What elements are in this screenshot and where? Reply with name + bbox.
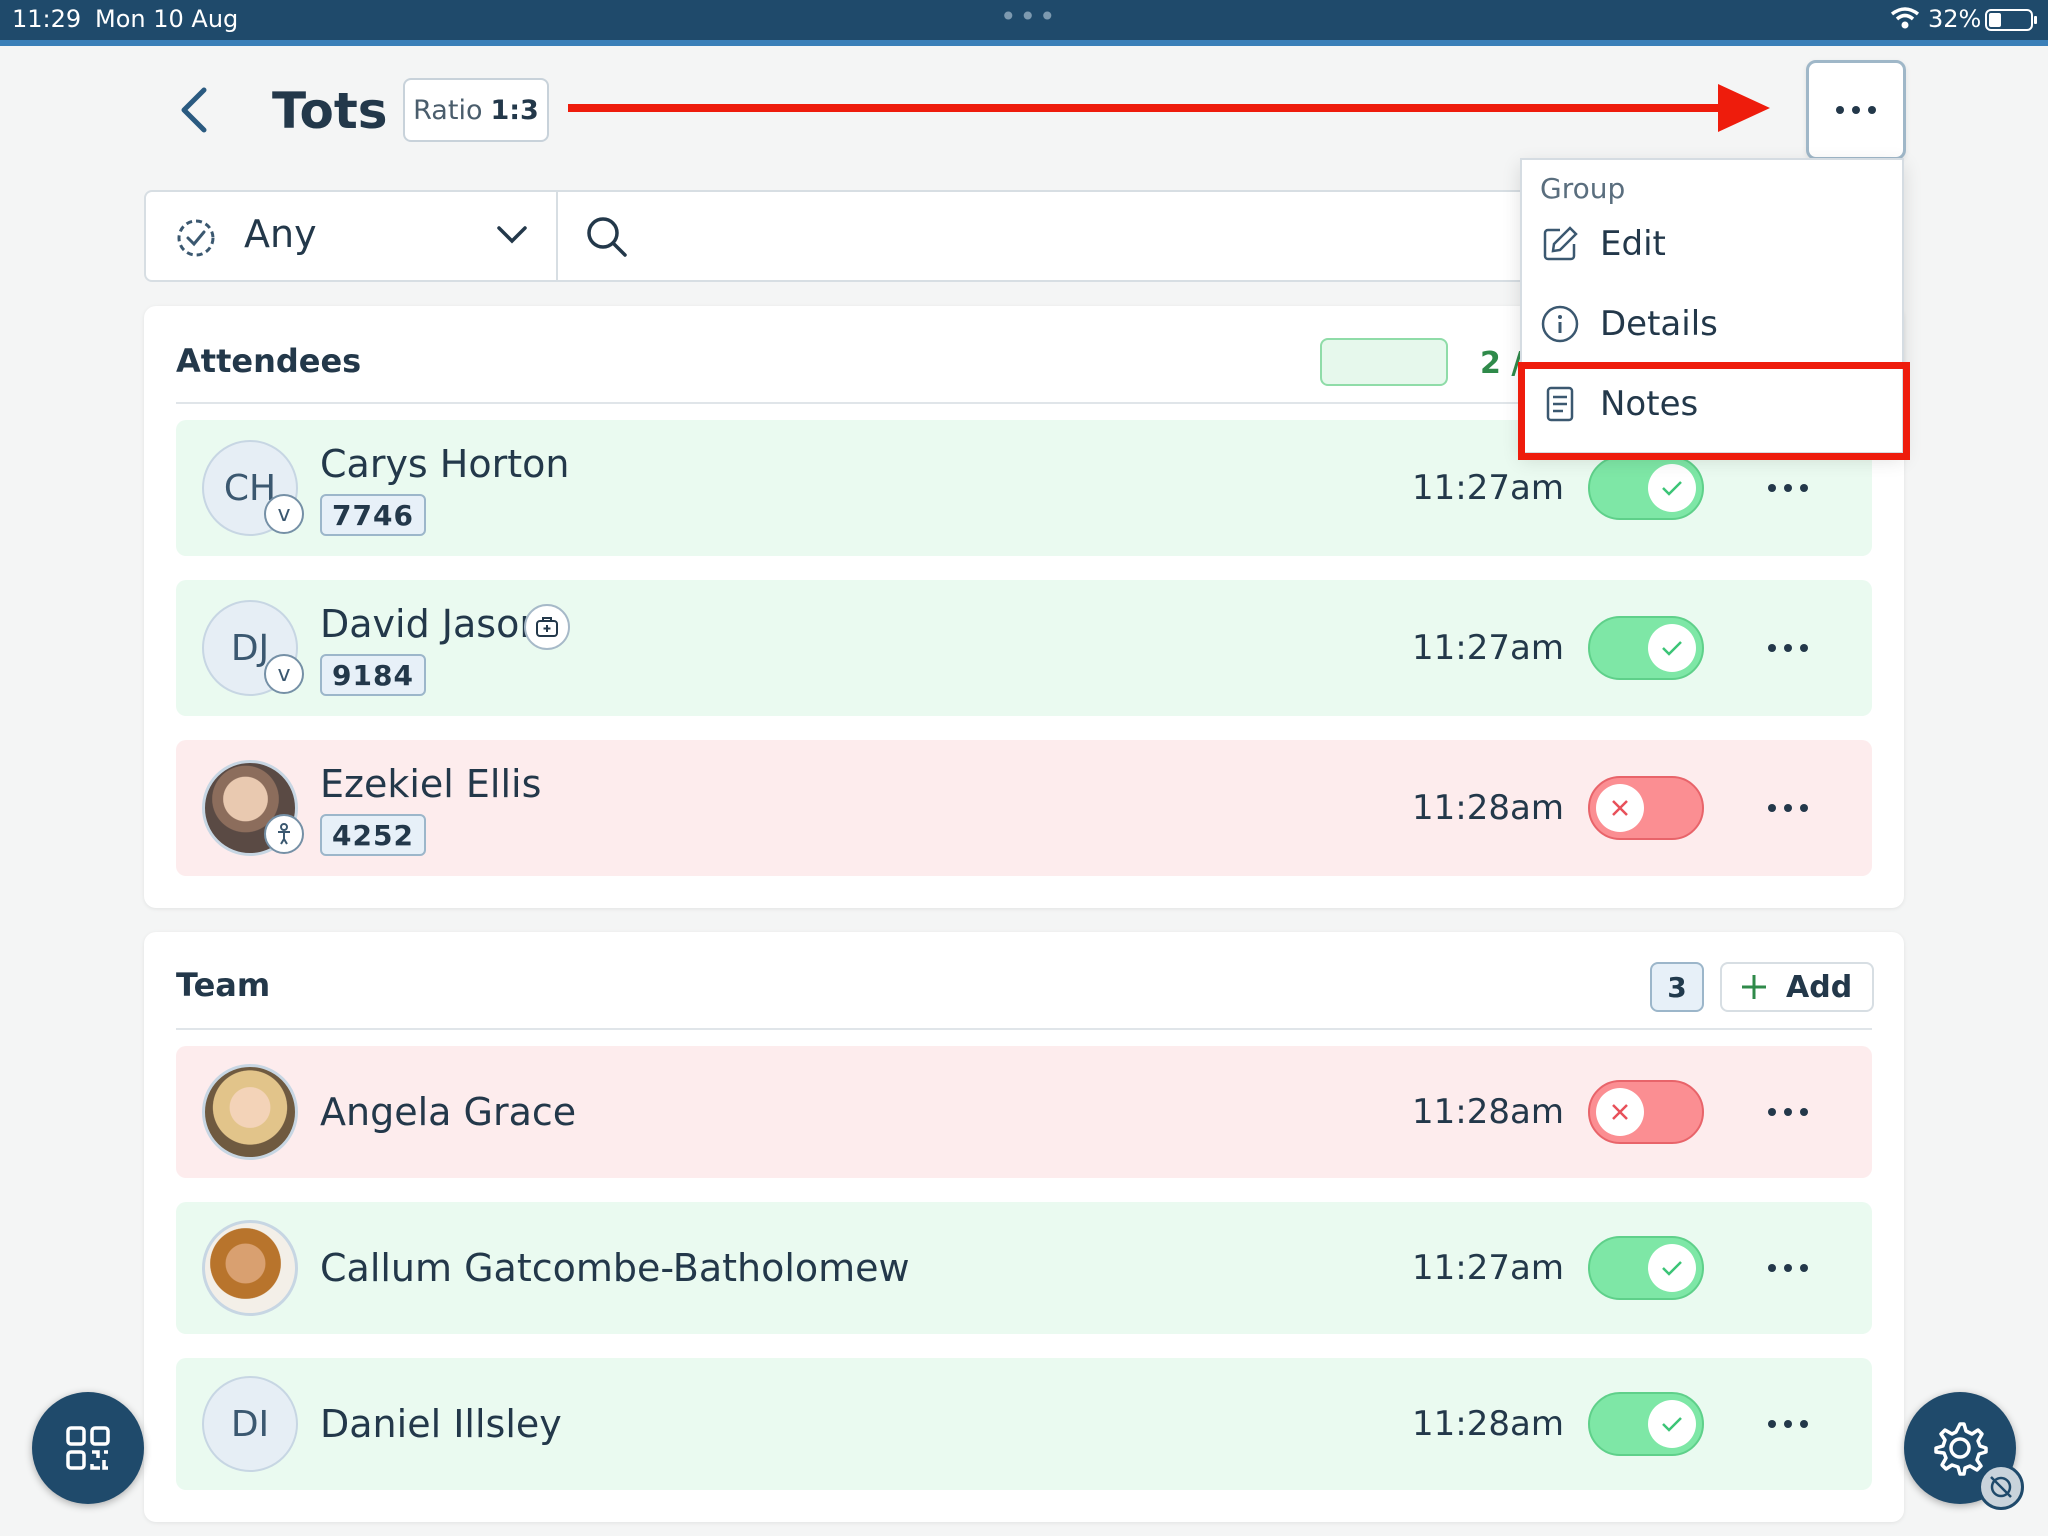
attendee-name: Carys Horton <box>320 442 570 486</box>
avatar-photo <box>202 1064 298 1160</box>
menu-item-details[interactable]: Details <box>1540 294 1718 354</box>
row-more-button[interactable] <box>1768 804 1808 812</box>
menu-item-edit[interactable]: Edit <box>1540 214 1666 274</box>
close-icon <box>1596 1088 1644 1136</box>
search-icon[interactable] <box>584 214 630 260</box>
team-panel: Team 3 Add Angela Grace 11:28am Callum G… <box>144 932 1904 1522</box>
row-more-button[interactable] <box>1768 1264 1808 1272</box>
team-member-name: Angela Grace <box>320 1090 577 1134</box>
team-member-name: Daniel Illsley <box>320 1402 562 1446</box>
menu-item-label: Edit <box>1600 224 1666 264</box>
battery-icon <box>1985 9 2037 31</box>
status-bar: 11:29 Mon 10 Aug ••• 32% <box>0 0 2048 40</box>
checkin-time: 11:27am <box>1412 468 1564 508</box>
battery-percent: 32% <box>1928 5 1982 33</box>
checkin-toggle[interactable] <box>1588 776 1704 840</box>
checkin-toggle[interactable] <box>1588 456 1704 520</box>
status-filter-dropdown[interactable]: Any <box>146 192 558 280</box>
ratio-label: Ratio <box>413 94 483 126</box>
status-date: Mon 10 Aug <box>95 5 239 33</box>
menu-item-label: Details <box>1600 304 1718 344</box>
attendees-heading: Attendees <box>176 342 362 380</box>
avatar: DI <box>202 1376 298 1472</box>
visitor-badge: v <box>264 654 304 694</box>
attendee-id: 7746 <box>320 494 426 536</box>
attendee-row[interactable]: Ezekiel Ellis 4252 11:28am <box>176 740 1872 876</box>
close-icon <box>1596 784 1644 832</box>
row-more-button[interactable] <box>1768 1420 1808 1428</box>
attendee-row[interactable]: DJ v David Jason 9184 11:27am <box>176 580 1872 716</box>
group-more-button[interactable] <box>1806 60 1906 160</box>
menu-heading: Group <box>1540 172 1626 205</box>
attendee-id: 4252 <box>320 814 426 856</box>
ratio-value: 1:3 <box>490 94 539 126</box>
add-team-member-button[interactable]: Add <box>1720 962 1874 1012</box>
pencil-icon <box>1543 226 1578 261</box>
status-time: 11:29 <box>12 5 82 33</box>
page-title: Tots <box>272 82 388 140</box>
back-button[interactable] <box>172 82 216 138</box>
team-member-row[interactable]: DI Daniel Illsley 11:28am <box>176 1358 1872 1490</box>
checkin-time: 11:27am <box>1412 628 1564 668</box>
team-heading: Team <box>176 966 271 1004</box>
team-member-row[interactable]: Callum Gatcombe-Batholomew 11:27am <box>176 1202 1872 1334</box>
gear-icon <box>1934 1422 1988 1476</box>
qr-code-icon <box>66 1426 110 1470</box>
checkin-time: 11:28am <box>1412 1092 1564 1132</box>
chevron-down-icon <box>497 226 527 244</box>
checkin-toggle[interactable] <box>1588 616 1704 680</box>
ratio-badge: Ratio 1:3 <box>403 78 549 142</box>
attendee-name: David Jason <box>320 602 544 646</box>
annotation-arrow <box>568 84 1770 132</box>
accent-line <box>0 40 2048 46</box>
avatar-photo <box>202 1220 298 1316</box>
status-filter-value: Any <box>244 212 317 256</box>
check-icon <box>1648 1244 1696 1292</box>
notes-highlight-annotation <box>1518 362 1910 460</box>
checkin-time: 11:28am <box>1412 1404 1564 1444</box>
attendee-id: 9184 <box>320 654 426 696</box>
add-label: Add <box>1786 969 1853 1005</box>
info-icon <box>1541 305 1579 343</box>
row-more-button[interactable] <box>1768 644 1808 652</box>
multitasking-dots-icon: ••• <box>1000 0 1059 33</box>
checkin-time: 11:28am <box>1412 788 1564 828</box>
check-icon <box>1648 464 1696 512</box>
sync-off-icon <box>1978 1464 2024 1510</box>
team-member-row[interactable]: Angela Grace 11:28am <box>176 1046 1872 1178</box>
checkin-toggle[interactable] <box>1588 1392 1704 1456</box>
team-count-badge: 3 <box>1650 962 1704 1012</box>
attendance-count: 2 / <box>1480 346 1523 381</box>
child-icon <box>264 814 304 854</box>
attendance-progress <box>1320 338 1448 386</box>
checkin-toggle[interactable] <box>1588 1080 1704 1144</box>
wifi-icon <box>1890 7 1920 29</box>
row-more-button[interactable] <box>1768 1108 1808 1116</box>
qr-scan-button[interactable] <box>32 1392 144 1504</box>
status-check-icon <box>177 219 215 257</box>
check-icon <box>1648 624 1696 672</box>
plus-icon <box>1742 975 1766 999</box>
team-divider <box>176 1028 1872 1030</box>
medical-bag-icon[interactable] <box>524 604 570 650</box>
attendee-name: Ezekiel Ellis <box>320 762 542 806</box>
more-dots-icon <box>1836 106 1876 114</box>
row-more-button[interactable] <box>1768 484 1808 492</box>
checkin-toggle[interactable] <box>1588 1236 1704 1300</box>
team-member-name: Callum Gatcombe-Batholomew <box>320 1246 910 1290</box>
checkin-time: 11:27am <box>1412 1248 1564 1288</box>
check-icon <box>1648 1400 1696 1448</box>
visitor-badge: v <box>264 494 304 534</box>
